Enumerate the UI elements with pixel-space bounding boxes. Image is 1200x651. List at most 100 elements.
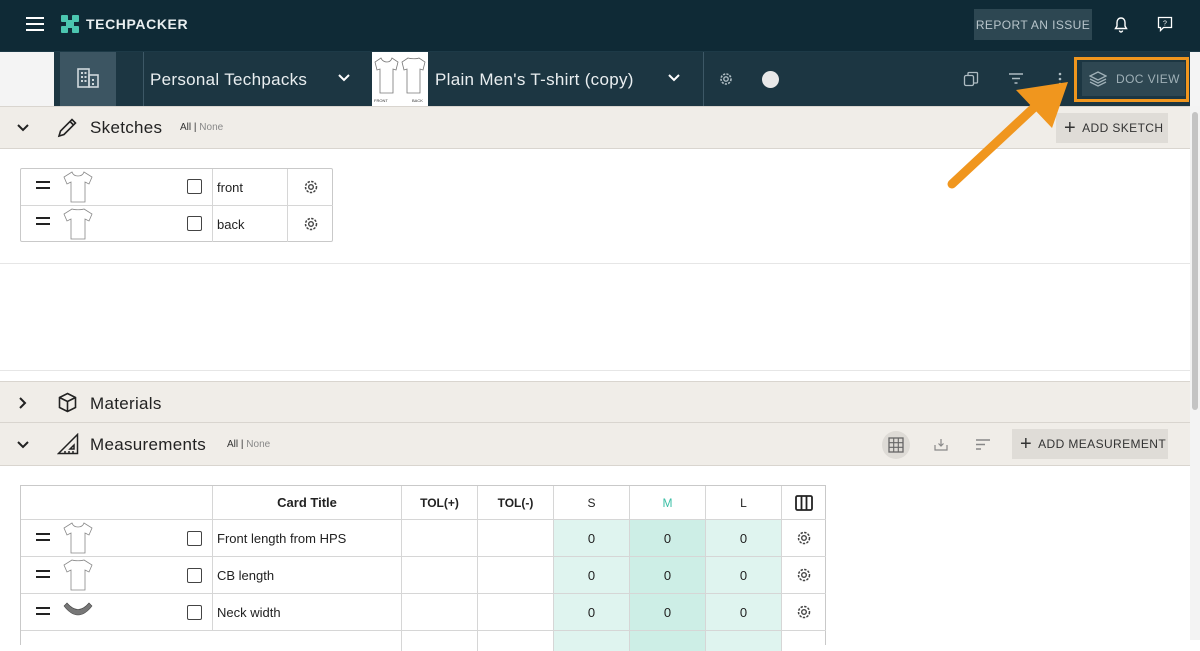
scrollbar-thumb[interactable] — [1192, 112, 1198, 410]
drag-handle-icon[interactable] — [36, 533, 50, 541]
top-navigation-bar: TECHPACKER REPORT AN ISSUE ? — [0, 0, 1200, 52]
sketch-checkbox[interactable] — [187, 216, 202, 231]
measurement-checkbox[interactable] — [187, 531, 202, 546]
tshirt-back-icon — [401, 57, 426, 94]
measurement-checkbox[interactable] — [187, 568, 202, 583]
materials-section-header[interactable]: Materials — [0, 381, 1190, 423]
product-selector[interactable]: Plain Men's T-shirt (copy) — [435, 70, 634, 90]
table-row[interactable] — [213, 631, 402, 651]
select-all-link[interactable]: All — [227, 439, 238, 450]
settings-gear-icon[interactable] — [718, 71, 734, 87]
chevron-down-icon[interactable] — [668, 74, 680, 82]
header-size-l[interactable]: L — [706, 486, 782, 520]
sketch-name-cell[interactable]: front — [212, 169, 288, 206]
header-tol-minus[interactable]: TOL(-) — [478, 486, 554, 520]
measurement-settings-cell[interactable] — [782, 520, 826, 557]
measurement-settings-cell[interactable] — [782, 557, 826, 594]
brand-name[interactable]: TECHPACKER — [86, 16, 188, 32]
grid-icon — [888, 437, 904, 453]
sort-icon[interactable] — [976, 439, 990, 450]
columns-toggle-cell[interactable] — [782, 486, 826, 520]
size-s-cell[interactable]: 0 — [554, 594, 630, 631]
gear-icon[interactable] — [796, 567, 812, 583]
tol-plus-cell[interactable] — [402, 594, 478, 631]
tol-plus-cell[interactable] — [402, 557, 478, 594]
size-s-cell[interactable]: 0 — [554, 520, 630, 557]
svg-text:?: ? — [1163, 21, 1167, 28]
add-sketch-label: ADD SKETCH — [1082, 121, 1164, 135]
header-tol-plus[interactable]: TOL(+) — [402, 486, 478, 520]
drag-handle-icon[interactable] — [36, 570, 50, 578]
chevron-down-icon[interactable] — [17, 124, 29, 132]
bell-icon[interactable] — [1114, 17, 1128, 33]
sketch-name-cell[interactable]: back — [212, 206, 288, 242]
help-icon[interactable]: ? — [1157, 16, 1173, 32]
columns-icon[interactable] — [795, 494, 813, 511]
add-measurement-button[interactable]: + ADD MEASUREMENT — [1012, 429, 1168, 459]
tol-minus-cell[interactable] — [478, 557, 554, 594]
sketches-title: Sketches — [90, 118, 163, 137]
select-all-link[interactable]: All — [180, 122, 191, 133]
size-m-value: 0 — [663, 604, 672, 620]
gear-icon[interactable] — [796, 604, 812, 620]
download-icon[interactable] — [934, 438, 948, 451]
measurements-table: Card Title TOL(+) TOL(-) S M L Front len… — [20, 485, 826, 651]
report-issue-button[interactable]: REPORT AN ISSUE — [974, 9, 1092, 40]
size-m-cell[interactable]: 0 — [630, 520, 706, 557]
size-m-cell[interactable]: 0 — [630, 594, 706, 631]
sketch-checkbox[interactable] — [187, 179, 202, 194]
size-l-cell[interactable]: 0 — [706, 557, 782, 594]
neckline-icon — [63, 602, 93, 616]
tol-plus-cell[interactable] — [402, 631, 478, 651]
thumbnail-back-label: BACK — [412, 98, 423, 103]
size-m-cell[interactable]: 0 — [630, 557, 706, 594]
size-s-cell[interactable]: 0 — [554, 557, 630, 594]
materials-title: Materials — [90, 394, 162, 413]
workspace-icon-button[interactable] — [60, 52, 116, 106]
tol-minus-cell[interactable] — [478, 631, 554, 651]
measurement-title-cell[interactable]: Front length from HPS — [213, 520, 402, 557]
size-l-cell[interactable]: 0 — [706, 520, 782, 557]
chevron-right-icon[interactable] — [19, 397, 27, 409]
gear-icon[interactable] — [303, 179, 319, 195]
sketch-name: front — [217, 179, 244, 195]
ruler-triangle-icon — [57, 433, 79, 455]
measurement-title-cell[interactable]: Neck width — [213, 594, 402, 631]
size-s-cell[interactable] — [554, 631, 630, 651]
tol-plus-cell[interactable] — [402, 520, 478, 557]
size-l-cell[interactable] — [706, 631, 782, 651]
tol-minus-cell[interactable] — [478, 594, 554, 631]
sketches-divider — [0, 370, 1190, 371]
drag-handle-icon[interactable] — [36, 181, 50, 189]
measurements-title: Measurements — [90, 435, 207, 454]
gear-icon[interactable] — [303, 216, 319, 232]
size-m-value: 0 — [663, 567, 672, 583]
techpacker-logo-icon — [61, 15, 79, 33]
chevron-down-icon[interactable] — [338, 74, 350, 82]
measurement-checkbox[interactable] — [187, 605, 202, 620]
header-size-s[interactable]: S — [554, 486, 630, 520]
gear-icon[interactable] — [796, 530, 812, 546]
select-none-link[interactable]: None — [246, 439, 270, 450]
tshirt-front-icon — [63, 171, 93, 203]
sketch-settings-cell[interactable] — [288, 169, 333, 206]
select-none-link[interactable]: None — [199, 122, 223, 133]
measurement-settings-cell[interactable] — [782, 594, 826, 631]
status-dot-icon[interactable] — [762, 71, 779, 88]
sketch-settings-cell[interactable] — [288, 206, 333, 242]
size-l-cell[interactable]: 0 — [706, 594, 782, 631]
measurement-title-cell[interactable]: CB length — [213, 557, 402, 594]
measurements-section-header: Measurements All | None + ADD MEASUREMEN… — [0, 422, 1190, 466]
header-card-title[interactable]: Card Title — [213, 486, 402, 520]
tol-minus-cell[interactable] — [478, 520, 554, 557]
workspace-selector[interactable]: Personal Techpacks — [150, 70, 307, 90]
hamburger-icon[interactable] — [26, 17, 44, 31]
grid-view-button[interactable] — [882, 431, 910, 459]
header-size-m[interactable]: M — [630, 486, 706, 520]
drag-handle-icon[interactable] — [36, 217, 50, 225]
drag-handle-icon[interactable] — [36, 607, 50, 615]
product-thumbnail[interactable]: FRONT BACK — [372, 52, 428, 106]
measurement-title: CB length — [217, 567, 275, 583]
size-m-cell[interactable] — [630, 631, 706, 651]
chevron-down-icon[interactable] — [17, 441, 29, 449]
